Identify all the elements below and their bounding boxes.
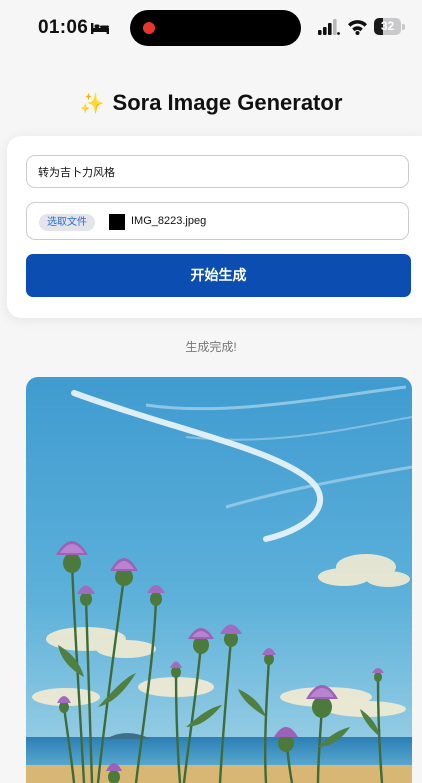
battery-icon: 32 bbox=[374, 18, 406, 35]
page-title-text: Sora Image Generator bbox=[112, 90, 343, 115]
file-thumbnail bbox=[109, 214, 125, 230]
page-title: ✨ Sora Image Generator bbox=[0, 90, 422, 116]
sparkle-icon: ✨ bbox=[79, 93, 105, 115]
choose-file-button[interactable]: 选取文件 bbox=[39, 214, 95, 231]
signal-icon bbox=[318, 19, 340, 35]
generated-image bbox=[26, 377, 412, 783]
generator-form: 选取文件 IMG_8223.jpeg 开始生成 bbox=[7, 136, 422, 318]
dynamic-island bbox=[130, 10, 301, 46]
file-picker[interactable]: 选取文件 IMG_8223.jpeg bbox=[26, 202, 409, 240]
bed-icon bbox=[91, 23, 109, 34]
status-bar: 01:06 32 bbox=[0, 0, 422, 56]
file-name: IMG_8223.jpeg bbox=[131, 215, 207, 227]
wifi-icon bbox=[348, 20, 367, 35]
status-message: 生成完成! bbox=[185, 340, 237, 354]
status-time: 01:06 bbox=[38, 17, 89, 38]
battery-level: 32 bbox=[380, 19, 395, 33]
start-generate-button[interactable]: 开始生成 bbox=[26, 254, 411, 297]
generated-image-artwork bbox=[26, 377, 412, 783]
app-screen: 01:06 32 ✨ Sora Image Generator 转为吉卜力风格 … bbox=[0, 0, 422, 783]
recording-dot-icon bbox=[143, 22, 155, 34]
prompt-input[interactable] bbox=[26, 155, 409, 188]
